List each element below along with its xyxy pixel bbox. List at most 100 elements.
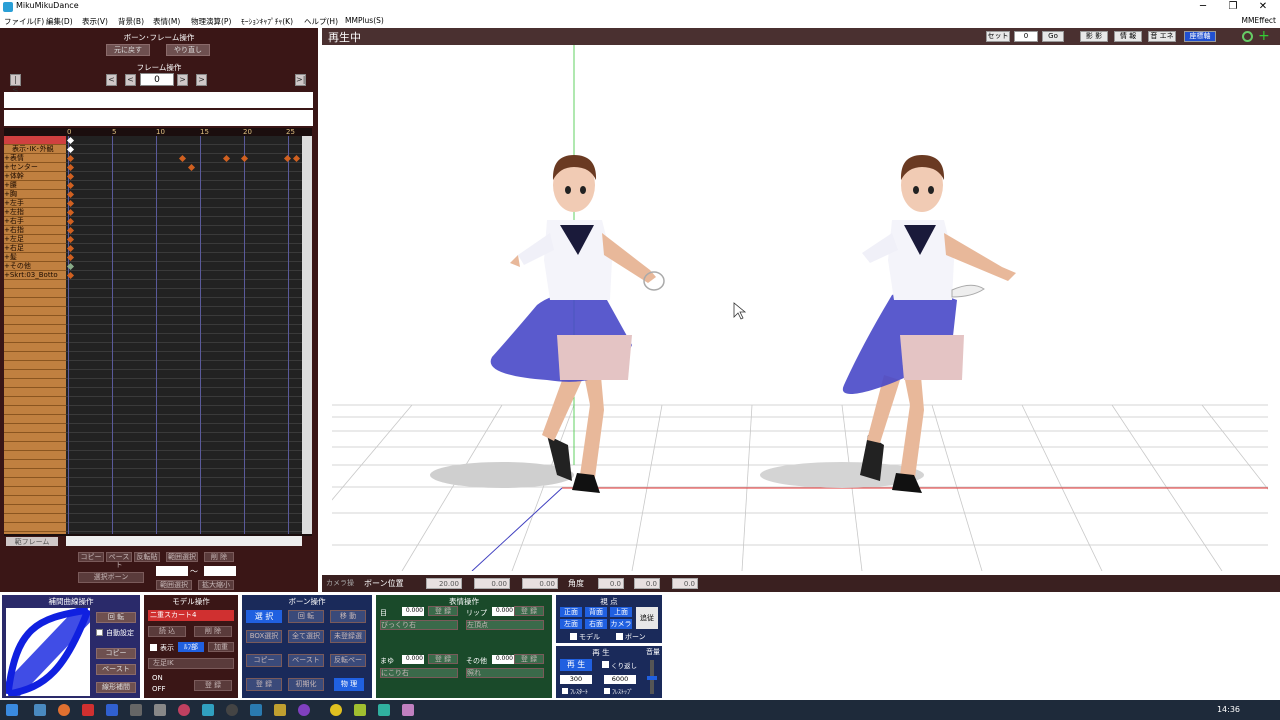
bone-init-button[interactable]: 初期化 [288,678,324,691]
next-key-button[interactable]: > [196,74,207,86]
bone-row[interactable]: +左足 [4,235,66,244]
off-radio[interactable]: OFF [152,685,166,693]
bone-paste-button[interactable]: ペースト [288,654,324,667]
range-select-button[interactable]: 範囲選択 [156,580,192,590]
bone-y-input[interactable]: 0.00 [474,578,510,589]
add-button[interactable]: 加重 [208,642,234,652]
reverse-paste-button[interactable]: 反転ペー [330,654,366,667]
top-view-button[interactable]: 上面 [610,607,632,617]
bone-copy-button[interactable]: コピー [246,654,282,667]
model-register-button[interactable]: 登 録 [194,680,232,691]
bone-row[interactable]: +左手 [4,199,66,208]
taskbar-app-icon[interactable] [202,704,214,716]
interp-paste-button[interactable]: ペースト [96,664,136,675]
taskbar-app-icon[interactable] [154,704,166,716]
expr-register-button-4[interactable]: 登 録 [514,654,544,664]
bone-register-button[interactable]: 登 録 [246,678,282,691]
other-value-input[interactable]: 0.000 [492,655,514,664]
range-from-input[interactable] [156,566,188,576]
eye-value-input[interactable]: 0.000 [402,607,424,616]
tl-reverse-button[interactable]: 反転貼 [134,552,160,562]
keyframe-marker[interactable] [292,154,301,163]
bone-list[interactable]: 表示･IK･外観 +表情 +センター +体幹 +腰 +胸 +左手 +左指 +右手… [4,136,66,534]
menu-mmeffect[interactable]: MMEffect [1241,16,1276,25]
tl-delete-button[interactable]: 削 除 [204,552,234,562]
bone-row[interactable]: +その他 [4,262,66,271]
taskbar-app-icon[interactable] [82,704,94,716]
target-select[interactable]: 左足IK [148,658,234,669]
other-select[interactable]: 照れ [466,668,544,678]
menu-help[interactable]: ヘルプ(H) [304,16,338,27]
taskbar-app-icon[interactable] [34,704,46,716]
set-button[interactable]: セット [986,31,1010,42]
zoom-icon[interactable] [1242,31,1253,42]
select-bone-button[interactable]: 選択ボーン [78,572,144,583]
select-frame-button[interactable]: 範フレーム [6,537,58,546]
bone-checkbox[interactable] [616,633,623,640]
model-checkbox[interactable] [570,633,577,640]
angle-y-input[interactable]: 0.0 [634,578,660,589]
bone-row[interactable]: +体幹 [4,172,66,181]
keyframe-marker[interactable] [240,154,249,163]
expand-button[interactable]: 拡大縮小 [198,580,234,590]
interp-rotate-button[interactable]: 回 転 [96,612,136,623]
frame-start-checkbox[interactable] [562,688,568,694]
menu-background[interactable]: 背景(B) [118,16,144,27]
model-delete-button[interactable]: 削 除 [194,626,232,637]
left-view-button[interactable]: 左面 [560,619,582,629]
bone-row[interactable]: 表示･IK･外観 [4,145,66,154]
keyframe-marker[interactable] [283,154,292,163]
lip-select[interactable]: 左頂点 [466,620,544,630]
menu-view[interactable]: 表示(V) [82,16,108,27]
right-view-button[interactable]: 右面 [585,619,607,629]
bone-row[interactable]: +右足 [4,244,66,253]
frame-stop-checkbox[interactable] [604,688,610,694]
bone-row[interactable]: +Skrt:03_Botto [4,271,66,280]
taskbar-app-icon[interactable] [298,704,310,716]
back-view-button[interactable]: 背面 [585,607,607,617]
camera-ops-label[interactable]: カメラ操 [326,578,354,588]
bone-row[interactable]: +髪 [4,253,66,262]
taskbar-app-icon[interactable] [226,704,238,716]
bone-z-input[interactable]: 0.00 [522,578,558,589]
go-button[interactable]: Go [1042,31,1064,42]
linear-interp-button[interactable]: 線形補間 [96,682,136,693]
front-view-button[interactable]: 正面 [560,607,582,617]
expr-register-button-3[interactable]: 登 録 [428,654,458,664]
model-select[interactable]: 二重スカート4 [148,610,234,621]
half-button[interactable]: ﾙﾌ部 [178,642,204,652]
tl-copy-button[interactable]: コピー [78,552,104,562]
frame-number-input[interactable]: 0 [140,73,174,86]
menu-expression[interactable]: 表情(M) [153,16,180,27]
taskbar-app-icon[interactable] [106,704,118,716]
menu-mmplus[interactable]: MMPlus(S) [345,16,384,25]
redo-button[interactable]: やり直し [166,44,210,56]
minimize-button[interactable]: ─ [1192,0,1214,14]
last-frame-button[interactable]: >| [295,74,306,86]
shadow-button[interactable]: 影 影 [1080,31,1108,42]
on-radio[interactable]: ON [152,674,163,682]
unregistered-button[interactable]: 未登録選 [330,630,366,643]
sound-button[interactable]: 音 エネ [1148,31,1176,42]
model-load-button[interactable]: 読 込 [148,626,186,637]
scene-render[interactable] [332,45,1268,571]
bone-row[interactable]: +右手 [4,217,66,226]
prev-frame-button[interactable]: < [125,74,136,86]
mmd-taskbar-icon[interactable] [378,704,390,716]
keyframe-marker[interactable] [187,163,196,172]
taskbar-app-icon[interactable] [274,704,286,716]
bone-row[interactable]: +胸 [4,190,66,199]
first-frame-button[interactable]: |< [10,74,21,94]
tl-range-copy-button[interactable]: 範囲選択 [166,552,198,562]
auto-checkbox[interactable] [96,629,103,636]
tl-paste-button[interactable]: ペースト [106,552,132,569]
angle-z-input[interactable]: 0.0 [672,578,698,589]
prev-key-button[interactable]: < [106,74,117,86]
menu-file[interactable]: ファイル(F) [4,16,44,27]
taskbar-app-icon[interactable] [402,704,414,716]
bone-row[interactable]: +左指 [4,208,66,217]
brow-select[interactable]: にこり右 [380,668,458,678]
bone-select-button[interactable]: 選 択 [246,610,282,623]
keyframe-grid[interactable] [66,136,302,534]
select-all-button[interactable]: 全て選択 [288,630,324,643]
